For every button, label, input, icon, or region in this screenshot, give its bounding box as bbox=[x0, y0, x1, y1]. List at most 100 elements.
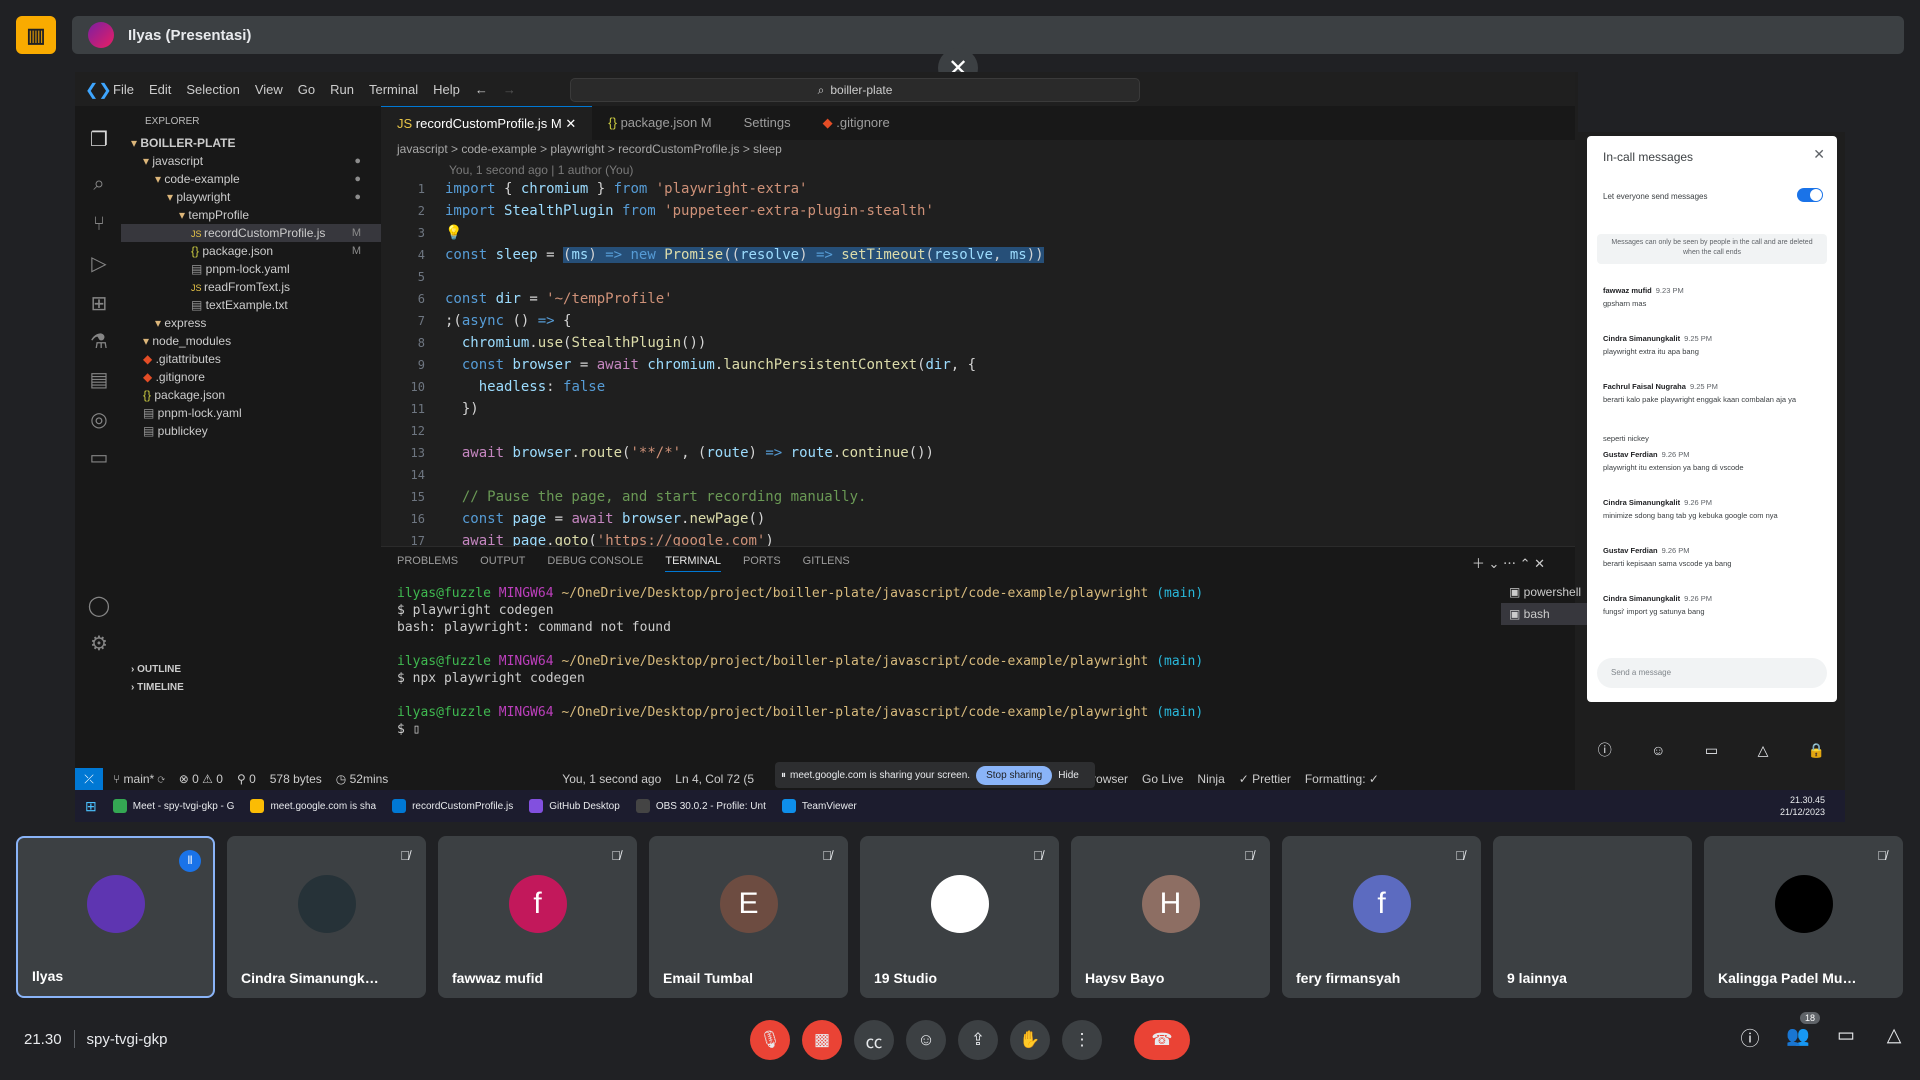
tree-item[interactable]: ▾ tempProfile bbox=[121, 206, 381, 224]
tree-item[interactable]: ▾ BOILLER-PLATE bbox=[121, 134, 381, 152]
status-go-live[interactable]: Go Live bbox=[1142, 772, 1183, 786]
hide-button[interactable]: Hide bbox=[1058, 770, 1079, 781]
tree-item[interactable]: ▤ pnpm-lock.yaml bbox=[121, 404, 381, 422]
menu-edit[interactable]: Edit bbox=[149, 82, 171, 97]
menu-help[interactable]: Help bbox=[433, 82, 460, 97]
tree-item[interactable]: ▤ pnpm-lock.yaml bbox=[121, 260, 381, 278]
menu-run[interactable]: Run bbox=[330, 82, 354, 97]
tab-recordcustomprofile[interactable]: JS recordCustomProfile.js M ✕ bbox=[381, 106, 593, 140]
source-control-icon[interactable]: ⑂ bbox=[87, 212, 111, 236]
participant-tile[interactable]: Cindra Simanungkalit 🎙̸ bbox=[227, 836, 426, 998]
participant-tile[interactable]: Ilyas ⦀ bbox=[16, 836, 215, 998]
leave-call-button[interactable]: ☎ bbox=[1134, 1020, 1190, 1060]
forward-arrow-icon[interactable]: → bbox=[503, 82, 516, 97]
panel-actions[interactable]: ＋ ⌄ ⋯ ⌃ ✕ bbox=[1472, 553, 1545, 572]
explorer-icon[interactable]: ❐ bbox=[87, 128, 111, 152]
tree-item[interactable]: ▾ express bbox=[121, 314, 381, 332]
accounts-icon[interactable]: ◯ bbox=[87, 594, 111, 618]
run-debug-icon[interactable]: ▷ bbox=[87, 252, 111, 276]
status-ninja[interactable]: Ninja bbox=[1197, 772, 1224, 786]
chat-icon[interactable]: ▭ bbox=[1828, 1024, 1864, 1056]
tree-item[interactable]: ▾ javascript ● bbox=[121, 152, 381, 170]
participant-tile[interactable]: 19 Studio 🎙̸ bbox=[860, 836, 1059, 998]
captions-icon[interactable]: ㏄ bbox=[854, 1020, 894, 1060]
tab-terminal[interactable]: TERMINAL bbox=[665, 555, 721, 572]
close-icon[interactable]: ✕ bbox=[1813, 146, 1825, 163]
docker-icon[interactable]: ▤ bbox=[87, 368, 111, 392]
participant-tile[interactable]: 9 lainnya bbox=[1493, 836, 1692, 998]
participant-tile[interactable]: E Email Tumbal 🎙̸ bbox=[649, 836, 848, 998]
status-ports[interactable]: ⚲ 0 bbox=[237, 772, 256, 786]
extensions-icon[interactable]: ⊞ bbox=[87, 292, 111, 316]
people-icon[interactable]: ☺ bbox=[1651, 742, 1665, 758]
status-blame[interactable]: You, 1 second ago bbox=[562, 772, 661, 786]
participant-tile[interactable]: f fawwaz mufid 🎙̸ bbox=[438, 836, 637, 998]
menu-selection[interactable]: Selection bbox=[186, 82, 239, 97]
timeline-section[interactable]: › TIMELINE bbox=[131, 682, 184, 693]
menu-go[interactable]: Go bbox=[298, 82, 315, 97]
tree-item[interactable]: ▤ textExample.txt bbox=[121, 296, 381, 314]
menu-terminal[interactable]: Terminal bbox=[369, 82, 418, 97]
status-problems[interactable]: ⊗ 0 ⚠ 0 bbox=[179, 772, 223, 786]
participant-tile[interactable]: f fery firmansyah 🎙̸ bbox=[1282, 836, 1481, 998]
tab-package-json[interactable]: {} package.json M bbox=[592, 106, 727, 140]
more-options-icon[interactable]: ⋮ bbox=[1062, 1020, 1102, 1060]
tab-output[interactable]: OUTPUT bbox=[480, 555, 525, 572]
participant-tile[interactable]: H Haysv Bayo 🎙̸ bbox=[1071, 836, 1270, 998]
chat-icon[interactable]: ▭ bbox=[1705, 742, 1718, 759]
outline-section[interactable]: › OUTLINE bbox=[131, 664, 181, 675]
tab-gitlens[interactable]: GITLENS bbox=[803, 555, 850, 572]
taskbar-item-github[interactable]: GitHub Desktop bbox=[529, 799, 620, 813]
meeting-code[interactable]: spy-tvgi-gkp bbox=[87, 1031, 168, 1048]
back-arrow-icon[interactable]: ← bbox=[475, 82, 488, 97]
activities-icon[interactable]: △ bbox=[1758, 742, 1769, 759]
tab-problems[interactable]: PROBLEMS bbox=[397, 555, 458, 572]
activities-icon[interactable]: △ bbox=[1876, 1024, 1912, 1056]
info-icon[interactable]: ⓘ bbox=[1598, 740, 1612, 760]
menu-view[interactable]: View bbox=[255, 82, 283, 97]
settings-gear-icon[interactable]: ⚙ bbox=[87, 632, 111, 656]
meeting-details-icon[interactable]: ⓘ bbox=[1732, 1024, 1768, 1056]
remote-indicator-icon[interactable]: ⤫ bbox=[75, 768, 103, 790]
status-prettier[interactable]: ✓ Prettier bbox=[1239, 772, 1291, 786]
tree-item[interactable]: ▾ node_modules bbox=[121, 332, 381, 350]
tree-item[interactable]: ◆ .gitignore bbox=[121, 368, 381, 386]
emoji-icon[interactable]: ☺ bbox=[906, 1020, 946, 1060]
tree-item[interactable]: ▤ publickey bbox=[121, 422, 381, 440]
lock-icon[interactable]: 🔒 bbox=[1808, 742, 1825, 759]
tree-item[interactable]: ◆ .gitattributes bbox=[121, 350, 381, 368]
raise-hand-icon[interactable]: ✋ bbox=[1010, 1020, 1050, 1060]
tree-item[interactable]: ▾ code-example ● bbox=[121, 170, 381, 188]
mic-off-icon[interactable]: 🎙 bbox=[750, 1020, 790, 1060]
status-branch[interactable]: ⑂ main* ⟳ bbox=[113, 772, 165, 786]
testing-icon[interactable]: ⚗ bbox=[87, 330, 111, 354]
taskbar-item-teamviewer[interactable]: TeamViewer bbox=[781, 799, 857, 813]
participant-tile[interactable]: Kalingga Padel Muham... 🎙̸ bbox=[1704, 836, 1903, 998]
status-formatting[interactable]: Formatting: ✓ bbox=[1305, 772, 1379, 786]
camera-off-icon[interactable]: ▩ bbox=[802, 1020, 842, 1060]
breadcrumb[interactable]: javascript > code-example > playwright >… bbox=[397, 142, 782, 156]
tab-gitignore[interactable]: ◆ .gitignore bbox=[807, 106, 906, 140]
remote-explorer-icon[interactable]: ▭ bbox=[87, 446, 111, 470]
taskbar-clock[interactable]: 21.30.45 21/12/2023 bbox=[1780, 794, 1825, 818]
menu-file[interactable]: File bbox=[113, 82, 134, 97]
let-everyone-send-toggle[interactable] bbox=[1797, 188, 1823, 202]
terminal-output[interactable]: ilyas@fuzzle MINGW64 ~/OneDrive/Desktop/… bbox=[397, 585, 1447, 738]
taskbar-item-meet[interactable]: Meet - spy-tvgi-gkp - G bbox=[112, 799, 234, 813]
tree-item[interactable]: JS recordCustomProfile.js M bbox=[121, 224, 381, 242]
tree-item[interactable]: {} package.json M bbox=[121, 242, 381, 260]
windows-start-icon[interactable]: ⊞ bbox=[85, 798, 97, 815]
people-icon[interactable]: 👥 18 bbox=[1780, 1012, 1820, 1056]
chat-message-input[interactable]: Send a message bbox=[1597, 658, 1827, 688]
tree-item[interactable]: ▾ playwright ● bbox=[121, 188, 381, 206]
tab-settings[interactable]: Settings bbox=[728, 106, 807, 140]
tab-debug-console[interactable]: DEBUG CONSOLE bbox=[547, 555, 643, 572]
tab-ports[interactable]: PORTS bbox=[743, 555, 781, 572]
search-icon[interactable]: ⌕ bbox=[87, 172, 111, 196]
code-lines[interactable]: 1 import { chromium } from 'playwright-ex… bbox=[381, 178, 1571, 552]
tree-item[interactable]: JS readFromText.js bbox=[121, 278, 381, 296]
tree-item[interactable]: {} package.json bbox=[121, 386, 381, 404]
stop-sharing-button[interactable]: Stop sharing bbox=[976, 765, 1053, 785]
taskbar-item-obs[interactable]: OBS 30.0.2 - Profile: Unt bbox=[635, 799, 766, 813]
taskbar-item-vscode[interactable]: recordCustomProfile.js bbox=[392, 799, 513, 813]
